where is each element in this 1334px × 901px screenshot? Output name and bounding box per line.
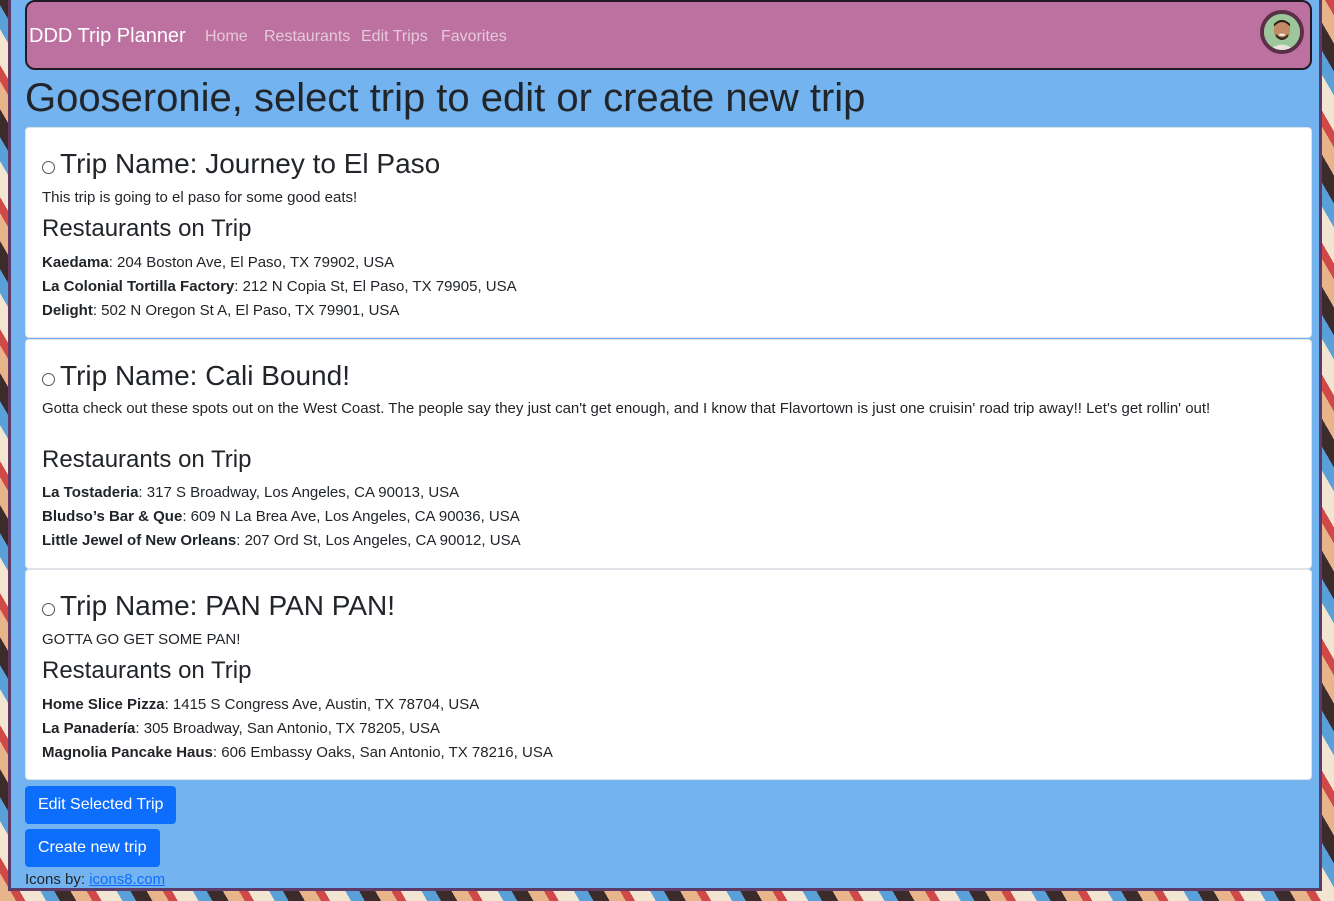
restaurant-name: Kaedama (42, 254, 109, 271)
brand-link[interactable]: DDD Trip Planner (29, 25, 186, 48)
restaurant-item: Delight: 502 N Oregon St A, El Paso, TX … (42, 301, 399, 321)
nav-link-restaurants[interactable]: Restaurants (264, 28, 350, 46)
trip-header: Trip Name: Journey to El Paso (42, 147, 440, 181)
trip-card-2: Trip Name: Cali Bound! Gotta check out t… (25, 339, 1312, 569)
restaurant-name: Little Jewel of New Orleans (42, 532, 237, 549)
restaurants-heading: Restaurants on Trip (42, 446, 252, 473)
app-frame: DDD Trip Planner Home Restaurants Edit T… (8, 0, 1322, 891)
restaurant-address: : 609 N La Brea Ave, Los Angeles, CA 900… (182, 508, 520, 525)
trip-radio[interactable] (42, 160, 55, 174)
page-title: Gooseronie, select trip to edit or creat… (25, 76, 866, 120)
restaurant-name: Home Slice Pizza (42, 696, 165, 713)
restaurant-address: : 502 N Oregon St A, El Paso, TX 79901, … (92, 302, 400, 319)
restaurant-name: La Colonial Tortilla Factory (42, 278, 235, 295)
restaurant-name: La Panadería (42, 720, 136, 737)
restaurant-item: La Tostaderia: 317 S Broadway, Los Angel… (42, 483, 459, 503)
restaurant-item: La Colonial Tortilla Factory: 212 N Copi… (42, 277, 517, 297)
navbar: DDD Trip Planner Home Restaurants Edit T… (25, 0, 1312, 70)
footer-prefix: Icons by: (25, 871, 90, 888)
nav-link-edit-trips[interactable]: Edit Trips (361, 28, 428, 46)
nav-link-home[interactable]: Home (205, 28, 248, 46)
trip-header: Trip Name: PAN PAN PAN! (42, 589, 395, 623)
restaurants-heading: Restaurants on Trip (42, 215, 252, 242)
nav-link-favorites[interactable]: Favorites (441, 28, 507, 46)
footer-credit: Icons by: icons8.com (25, 871, 165, 888)
edit-selected-trip-button[interactable]: Edit Selected Trip (25, 786, 177, 824)
restaurant-name: Bludso’s Bar & Que (42, 508, 183, 525)
restaurant-item: Kaedama: 204 Boston Ave, El Paso, TX 799… (42, 253, 394, 273)
icons8-link[interactable]: icons8.com (89, 871, 165, 888)
trip-description: GOTTA GO GET SOME PAN! (42, 631, 241, 648)
trip-radio[interactable] (42, 372, 55, 386)
trip-name: Trip Name: Cali Bound! (60, 360, 350, 391)
restaurant-item: Home Slice Pizza: 1415 S Congress Ave, A… (42, 695, 479, 715)
trip-name: Trip Name: Journey to El Paso (60, 148, 441, 179)
trip-card-1: Trip Name: Journey to El Paso This trip … (25, 127, 1312, 338)
restaurant-address: : 204 Boston Ave, El Paso, TX 79902, USA (108, 254, 395, 271)
trip-description: This trip is going to el paso for some g… (42, 189, 358, 206)
restaurant-address: : 606 Embassy Oaks, San Antonio, TX 7821… (212, 744, 553, 761)
restaurant-item: Bludso’s Bar & Que: 609 N La Brea Ave, L… (42, 507, 520, 527)
restaurant-item: Little Jewel of New Orleans: 207 Ord St,… (42, 531, 521, 551)
restaurants-heading: Restaurants on Trip (42, 657, 252, 684)
trip-card-3: Trip Name: PAN PAN PAN! GOTTA GO GET SOM… (25, 569, 1312, 780)
restaurant-address: : 212 N Copia St, El Paso, TX 79905, USA (234, 278, 517, 295)
avatar-icon (1264, 14, 1300, 50)
restaurant-address: : 207 Ord St, Los Angeles, CA 90012, USA (236, 532, 521, 549)
trip-radio[interactable] (42, 602, 55, 616)
restaurant-item: Magnolia Pancake Haus: 606 Embassy Oaks,… (42, 743, 553, 763)
restaurant-address: : 305 Broadway, San Antonio, TX 78205, U… (135, 720, 441, 737)
create-new-trip-button[interactable]: Create new trip (25, 829, 160, 867)
user-avatar[interactable] (1260, 10, 1304, 54)
trip-name: Trip Name: PAN PAN PAN! (60, 590, 396, 621)
restaurant-name: La Tostaderia (42, 484, 139, 501)
restaurant-item: La Panadería: 305 Broadway, San Antonio,… (42, 719, 440, 739)
trip-header: Trip Name: Cali Bound! (42, 359, 350, 393)
trip-description: Gotta check out these spots out on the W… (42, 400, 1211, 417)
restaurant-address: : 317 S Broadway, Los Angeles, CA 90013,… (138, 484, 460, 501)
restaurant-name: Magnolia Pancake Haus (42, 744, 213, 761)
restaurant-name: Delight (42, 302, 93, 319)
restaurant-address: : 1415 S Congress Ave, Austin, TX 78704,… (164, 696, 480, 713)
